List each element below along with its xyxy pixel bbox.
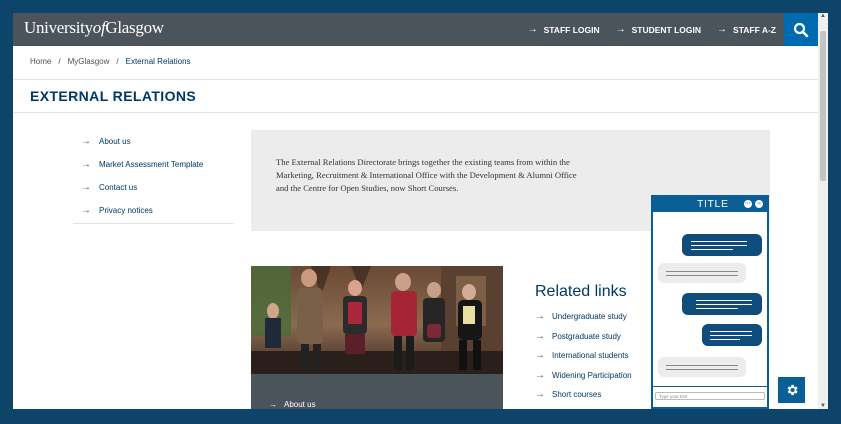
logo-text-of: of [92,18,106,37]
search-button[interactable] [784,13,818,46]
scrollbar-thumb[interactable] [820,31,826,181]
breadcrumb-home[interactable]: Home [30,57,51,66]
sidenav-item-label: Contact us [99,183,138,192]
chat-message-input[interactable]: Type your text [655,392,765,400]
students-photo [251,266,503,374]
sidenav-item-about-us[interactable]: → About us [73,130,234,153]
related-link-label: Short courses [552,390,602,400]
chat-minimize-icon[interactable]: − [755,200,763,208]
arrow-right-icon: → [535,311,545,323]
settings-button[interactable] [778,377,805,403]
students-photo-illustration [251,266,503,374]
staff-a-z-label: STAFF A-Z [733,24,776,35]
arrow-right-icon: → [535,369,545,381]
chat-title: TITLE [697,198,729,210]
related-link-undergraduate[interactable]: → Undergraduate study [535,307,632,327]
related-link-label: Undergraduate study [552,312,627,322]
divider [13,79,818,80]
sidenav-item-label: Market Assessment Template [99,160,204,169]
related-link-label: Widening Participation [552,370,632,380]
chat-message-outgoing [682,234,762,256]
arrow-right-icon: → [269,400,277,409]
related-links: Related links → Undergraduate study → Po… [535,283,632,405]
chat-message-outgoing [702,324,762,346]
arrow-right-icon: → [535,330,545,342]
top-nav-bar: UniversityofGlasgow → STAFF LOGIN → STUD… [13,13,818,46]
feature-about-us-link[interactable]: → About us [269,400,316,409]
breadcrumb-separator: / [58,57,61,66]
arrow-right-icon: → [535,350,545,362]
arrow-right-icon: → [615,24,626,35]
browser-viewport: UniversityofGlasgow → STAFF LOGIN → STUD… [13,13,828,409]
staff-login-label: STAFF LOGIN [543,24,600,35]
chat-message-outgoing [682,293,762,315]
chat-message-incoming [658,357,746,377]
chat-message-incoming [658,263,746,283]
arrow-right-icon: → [81,205,91,216]
chat-header: TITLE ··· − [653,197,767,212]
arrow-right-icon: → [81,182,91,193]
scroll-down-icon[interactable]: ▼ [818,403,828,409]
sidenav-item-market-assessment[interactable]: → Market Assessment Template [73,153,234,176]
related-link-widening[interactable]: → Widening Participation [535,366,632,386]
arrow-right-icon: → [527,24,538,35]
feature-caption-panel: → About us [251,374,503,409]
logo-text-university: University [24,18,93,37]
side-navigation: → About us → Market Assessment Template … [73,130,234,224]
sidenav-item-contact-us[interactable]: → Contact us [73,176,234,199]
university-logo[interactable]: UniversityofGlasgow [24,18,164,38]
page-title: EXTERNAL RELATIONS [30,88,197,104]
arrow-right-icon: → [81,136,91,147]
feature-link-label: About us [284,400,316,409]
breadcrumb-current: External Relations [125,57,191,66]
breadcrumb: Home / MyGlasgow / External Relations [30,57,191,66]
divider [73,223,234,224]
chat-controls: ··· − [744,200,763,208]
arrow-right-icon: → [81,159,91,170]
intro-text: The External Relations Directorate bring… [276,157,577,193]
student-login-label: STUDENT LOGIN [631,24,702,35]
logo-text-glasgow: Glasgow [105,18,164,37]
related-link-label: Postgraduate study [552,331,621,341]
sidenav-item-privacy-notices[interactable]: → Privacy notices [73,199,234,222]
related-link-label: International students [552,351,629,361]
related-link-international[interactable]: → International students [535,346,632,366]
student-login-link[interactable]: → STUDENT LOGIN [616,24,701,35]
scroll-up-icon[interactable]: ▲ [818,13,828,19]
arrow-right-icon: → [717,24,728,35]
sidenav-item-label: About us [99,137,131,146]
sidenav-item-label: Privacy notices [99,206,153,215]
staff-login-link[interactable]: → STAFF LOGIN [528,24,600,35]
arrow-right-icon: → [535,389,545,401]
chat-widget: TITLE ··· − Type your text [651,195,769,409]
chat-more-icon[interactable]: ··· [744,200,752,208]
related-link-short-courses[interactable]: → Short courses [535,385,632,405]
staff-a-z-link[interactable]: → STAFF A-Z [717,24,776,35]
gear-icon [787,384,798,396]
related-link-postgraduate[interactable]: → Postgraduate study [535,327,632,347]
chat-footer: Type your text [653,386,767,407]
page-scrollbar[interactable]: ▲ ▼ [818,13,828,409]
search-icon [793,22,809,37]
divider [13,112,818,113]
breadcrumb-myglasgow[interactable]: MyGlasgow [68,57,110,66]
related-links-heading: Related links [535,283,627,300]
utility-links: → STAFF LOGIN → STUDENT LOGIN → STAFF A-… [528,13,776,46]
breadcrumb-separator: / [116,57,119,66]
